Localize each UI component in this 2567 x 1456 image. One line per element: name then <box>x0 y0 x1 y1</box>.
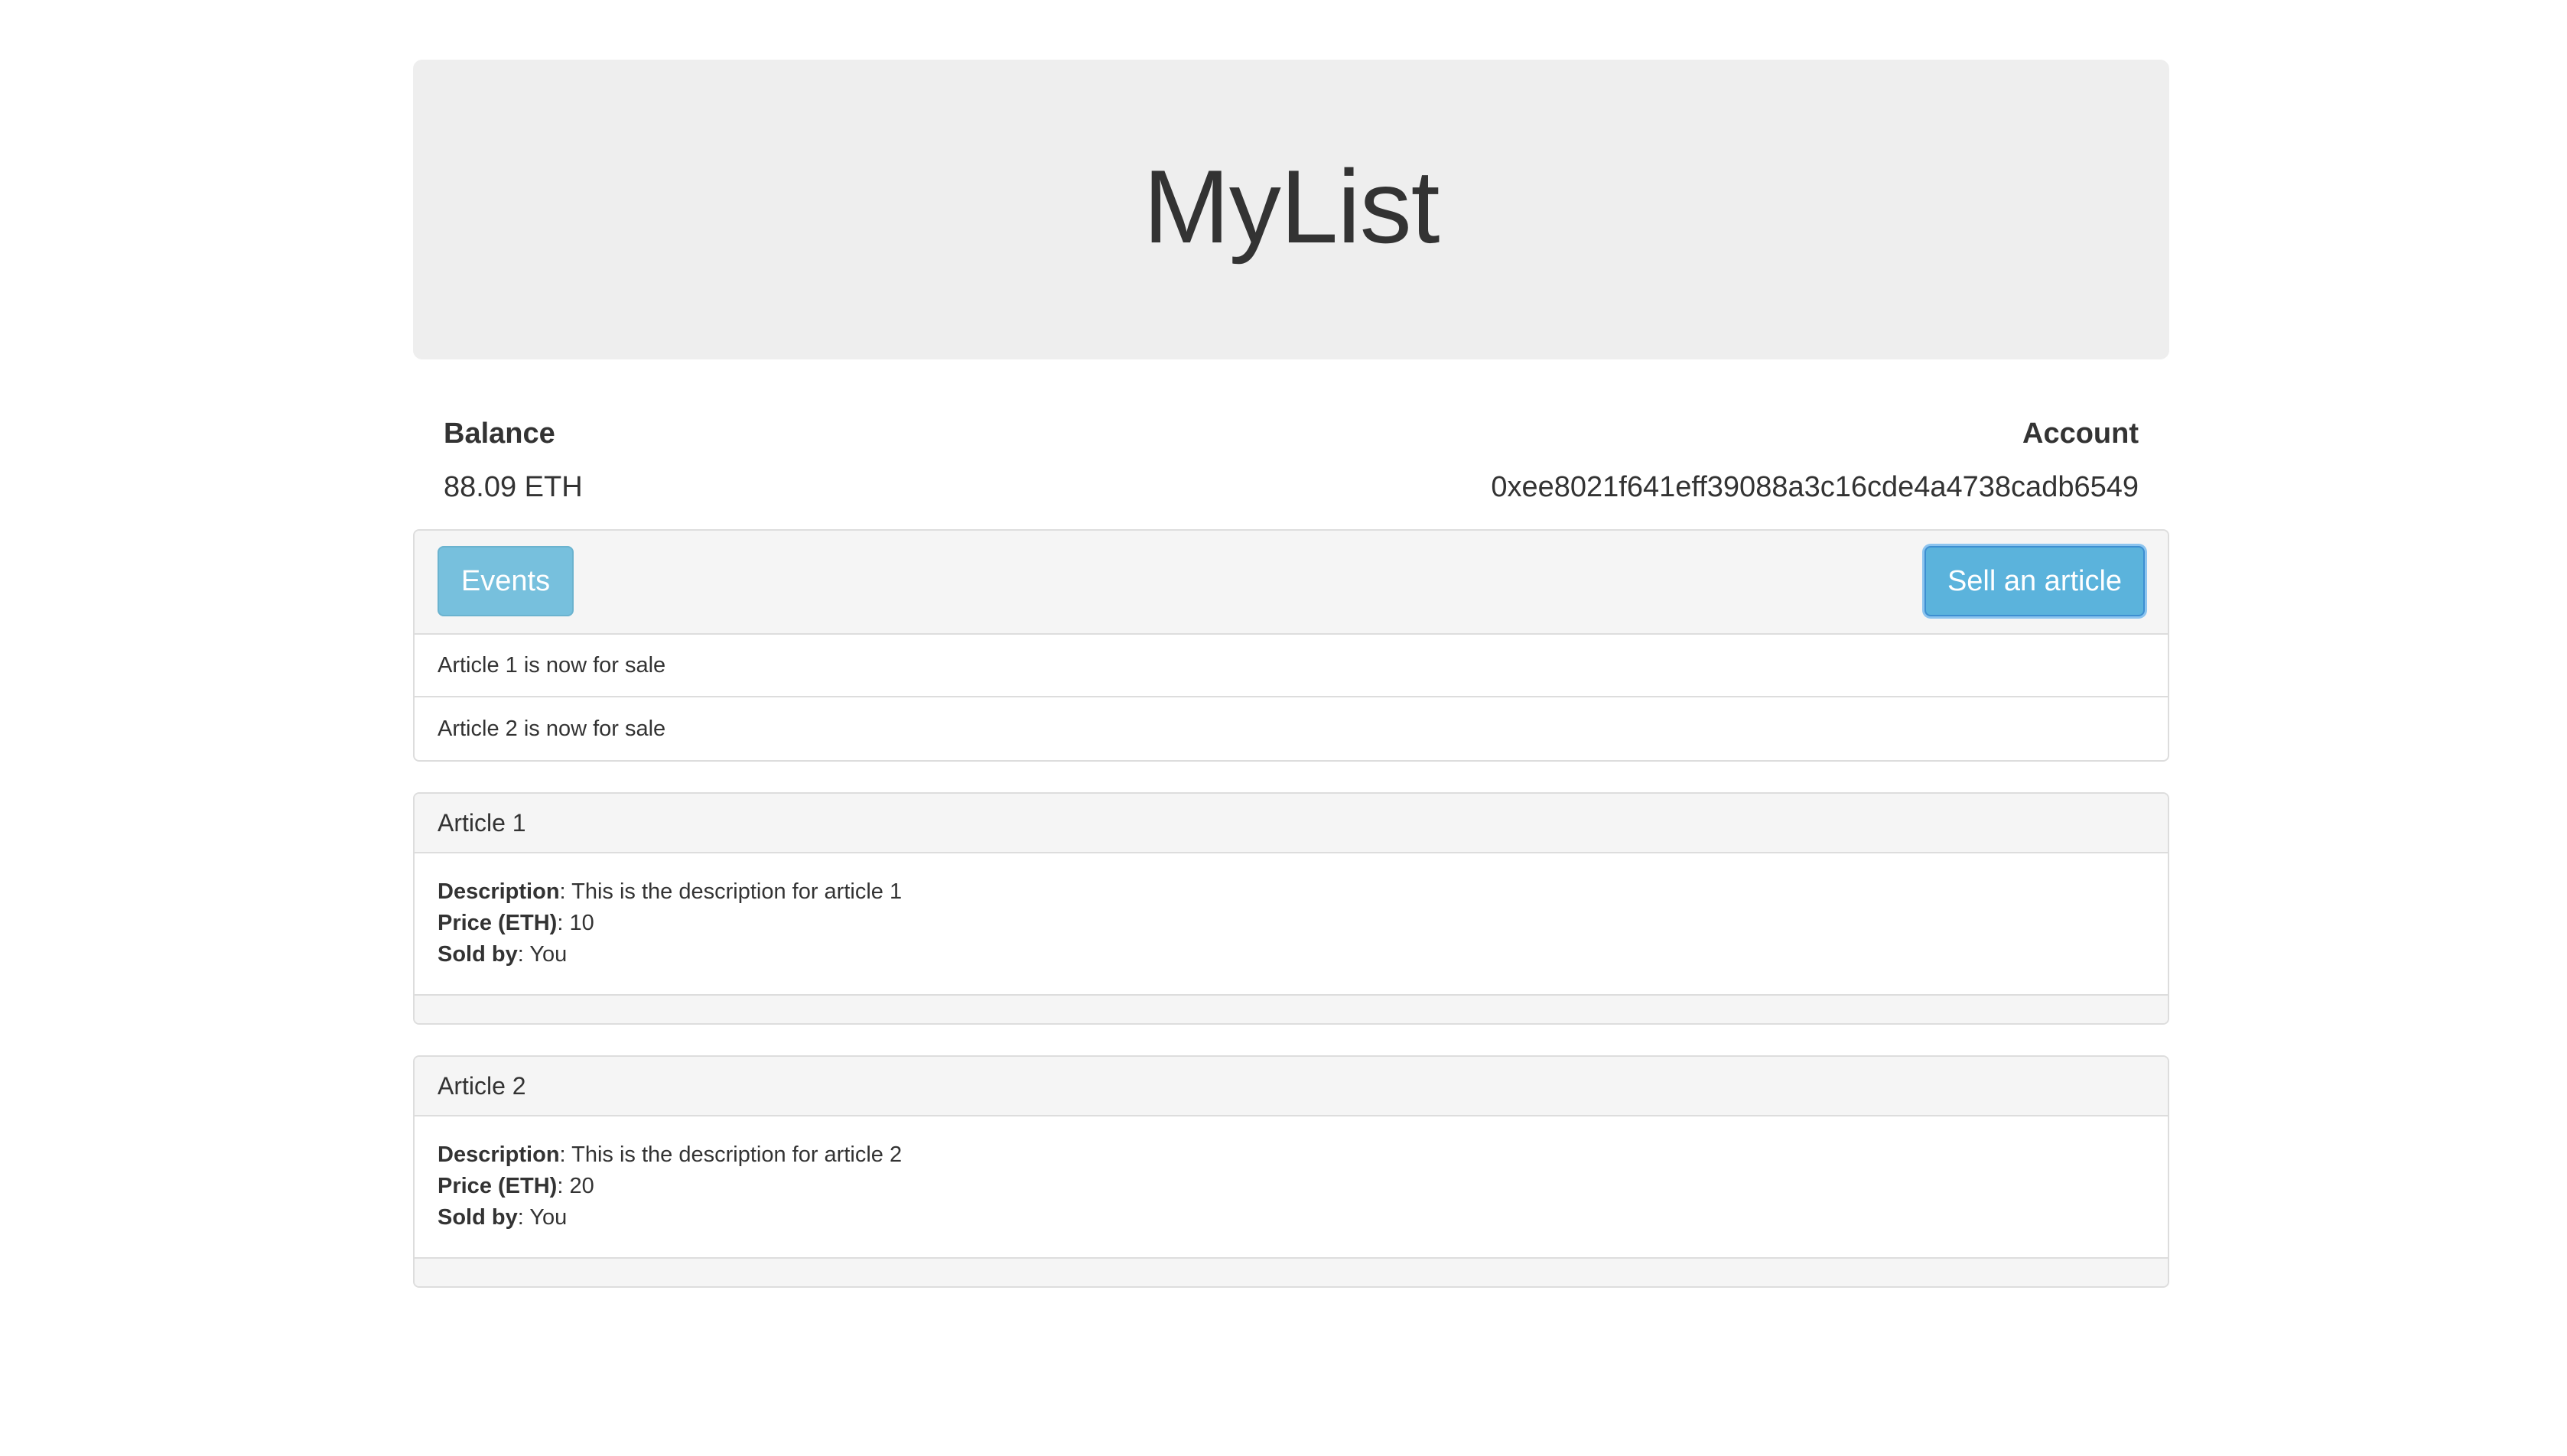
balance-value: 88.09 ETH <box>444 471 583 503</box>
description-value: This is the description for article 1 <box>571 879 903 904</box>
price-value: 10 <box>569 911 594 935</box>
article-card: Article 2 Description: This is the descr… <box>413 1055 2169 1288</box>
article-description: Description: This is the description for… <box>438 879 903 904</box>
description-value: This is the description for article 2 <box>571 1142 903 1167</box>
app-title: MyList <box>1143 148 1440 265</box>
events-panel: Events Sell an article Article 1 is now … <box>413 529 2169 762</box>
description-label: Description <box>438 1142 560 1167</box>
header-jumbotron: MyList <box>413 60 2169 359</box>
balance-label: Balance <box>444 418 555 450</box>
article-seller: Sold by: You <box>438 942 568 967</box>
sell-article-button[interactable]: Sell an article <box>1924 546 2145 616</box>
article-description: Description: This is the description for… <box>438 1142 903 1167</box>
price-value: 20 <box>569 1174 594 1198</box>
events-toolbar: Events Sell an article <box>415 531 2168 635</box>
event-list-item: Article 1 is now for sale <box>415 635 2168 697</box>
account-section: Account 0xee8021f641eff39088a3c16cde4a47… <box>1491 413 2139 508</box>
price-label: Price (ETH) <box>438 911 558 935</box>
seller-value: You <box>529 942 568 967</box>
price-label: Price (ETH) <box>438 1174 558 1198</box>
event-text: Article 1 is now for sale <box>438 652 666 678</box>
article-price: Price (ETH): 20 <box>438 1174 594 1198</box>
article-title: Article 2 <box>415 1057 2168 1116</box>
event-text: Article 2 is now for sale <box>438 716 666 741</box>
account-label: Account <box>2022 418 2139 450</box>
seller-label: Sold by <box>438 942 518 967</box>
account-info-row: Balance 88.09 ETH Account 0xee8021f641ef… <box>444 413 2139 512</box>
account-address: 0xee8021f641eff39088a3c16cde4a4738cadb65… <box>1491 471 2139 503</box>
seller-value: You <box>529 1205 568 1230</box>
article-card: Article 1 Description: This is the descr… <box>413 792 2169 1025</box>
article-details: Description: This is the description for… <box>415 853 2168 994</box>
description-label: Description <box>438 879 560 904</box>
events-button[interactable]: Events <box>438 546 574 616</box>
article-footer <box>415 1257 2168 1286</box>
article-footer <box>415 994 2168 1023</box>
balance-section: Balance 88.09 ETH <box>444 413 583 508</box>
article-details: Description: This is the description for… <box>415 1116 2168 1257</box>
seller-label: Sold by <box>438 1205 518 1230</box>
article-price: Price (ETH): 10 <box>438 911 594 935</box>
event-list-item: Article 2 is now for sale <box>415 697 2168 760</box>
article-title: Article 1 <box>415 794 2168 853</box>
article-seller: Sold by: You <box>438 1205 568 1230</box>
